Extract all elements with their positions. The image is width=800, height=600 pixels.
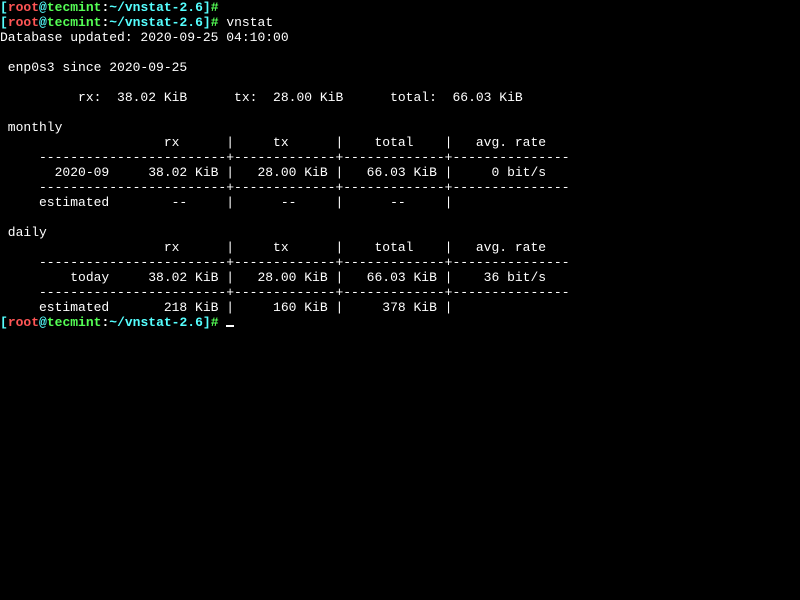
monthly-columns: rx | tx | total | avg. rate [0,135,546,150]
prompt-hash: # [211,0,219,15]
prompt-line-2: [root@tecmint:~/vnstat-2.6]# vnstat [0,15,273,30]
divider: ------------------------+-------------+-… [0,150,570,165]
cursor-icon [226,325,234,327]
daily-estimated: estimated 218 KiB | 160 KiB | 378 KiB | [0,300,452,315]
divider: ------------------------+-------------+-… [0,285,570,300]
monthly-estimated: estimated -- | -- | -- | [0,195,452,210]
divider: ------------------------+-------------+-… [0,255,570,270]
db-updated-line: Database updated: 2020-09-25 04:10:00 [0,30,289,45]
interface-since-line: enp0s3 since 2020-09-25 [0,60,187,75]
daily-header: daily [0,225,47,240]
bracket-close: ] [203,0,211,15]
monthly-row: 2020-09 38.02 KiB | 28.00 KiB | 66.03 Ki… [0,165,546,180]
bracket-open: [ [0,0,8,15]
summary-line: rx: 38.02 KiB tx: 28.00 KiB total: 66.03… [0,90,523,105]
prompt-host: tecmint [47,0,102,15]
prompt-path: ~/vnstat-2.6 [109,0,203,15]
prompt-line-3[interactable]: [root@tecmint:~/vnstat-2.6]# [0,315,234,330]
at-sign: @ [39,0,47,15]
terminal-output: [root@tecmint:~/vnstat-2.6]# [root@tecmi… [0,0,800,330]
monthly-header: monthly [0,120,62,135]
command-typed: vnstat [226,15,273,30]
daily-row: today 38.02 KiB | 28.00 KiB | 66.03 KiB … [0,270,546,285]
divider: ------------------------+-------------+-… [0,180,570,195]
daily-columns: rx | tx | total | avg. rate [0,240,546,255]
prompt-line-1: [root@tecmint:~/vnstat-2.6]# [0,0,219,15]
prompt-user: root [8,0,39,15]
